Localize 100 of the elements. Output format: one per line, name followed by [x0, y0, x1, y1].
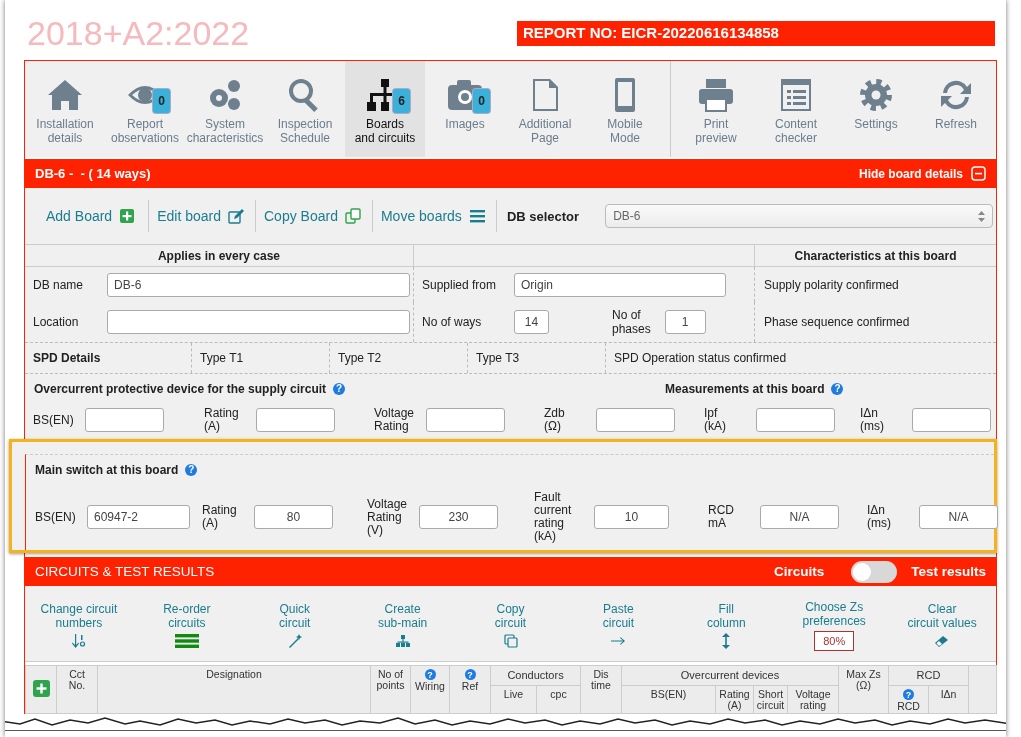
- additional-page-tab[interactable]: Additional Page: [505, 61, 585, 157]
- field-label: IΔn (ms): [867, 504, 892, 530]
- menu-icon: [174, 632, 199, 649]
- column-header: Short circuit: [756, 689, 785, 711]
- supplied-from-field[interactable]: Origin: [514, 272, 726, 297]
- report-observations-tab[interactable]: 0 Report observations: [105, 61, 185, 157]
- quick-circuit-button[interactable]: Quick circuit: [240, 589, 349, 661]
- sort-icon: [70, 632, 87, 649]
- help-icon[interactable]: ?: [831, 383, 844, 395]
- column-header: Live: [503, 689, 524, 700]
- value-field[interactable]: N/A: [760, 505, 839, 529]
- fill-column-button[interactable]: Fill column: [672, 589, 781, 661]
- field-label: DB name: [33, 277, 85, 292]
- characteristic-text: Phase sequence confirmed: [763, 315, 910, 329]
- section-heading: Characteristics at this board: [755, 245, 996, 267]
- edit-board-link[interactable]: Edit board: [157, 208, 251, 224]
- value-field[interactable]: 10: [594, 505, 669, 529]
- value-field[interactable]: N/A: [919, 505, 998, 529]
- plus-square-icon: [119, 208, 137, 224]
- help-icon[interactable]: ?: [333, 383, 346, 395]
- spd-title: SPD Details: [25, 343, 192, 373]
- copy-circuit-button[interactable]: Copy circuit: [456, 589, 565, 661]
- value-field[interactable]: 230: [419, 505, 498, 529]
- reorder-button[interactable]: Re-order circuits: [132, 589, 241, 661]
- db-name-field[interactable]: DB-6: [107, 272, 410, 297]
- field-label: No of phases: [612, 308, 651, 336]
- field-label: Ipf (kA): [704, 407, 727, 433]
- inspection-schedule-tab[interactable]: Inspection Schedule: [265, 61, 345, 157]
- edition-title: 2018+A2:2022: [27, 14, 250, 53]
- value-field[interactable]: [85, 408, 164, 432]
- column-group-header: RCD: [916, 669, 941, 681]
- phases-field[interactable]: 1: [664, 310, 706, 334]
- circuits-title: CIRCUITS & TEST RESULTS: [35, 564, 216, 579]
- settings-tab[interactable]: Settings: [836, 61, 916, 157]
- system-characteristics-tab[interactable]: System characteristics: [185, 61, 265, 157]
- help-icon[interactable]: ?: [185, 464, 198, 476]
- column-header: Designation: [206, 669, 262, 680]
- help-icon[interactable]: ?: [424, 669, 436, 680]
- field-label: Location: [33, 315, 80, 329]
- field-label: BS(EN): [35, 510, 77, 524]
- value-field[interactable]: 80: [254, 505, 333, 529]
- help-icon[interactable]: ?: [464, 669, 476, 680]
- count-badge: 0: [473, 89, 490, 113]
- collapse-icon: [971, 166, 986, 181]
- ways-field[interactable]: 14: [514, 310, 549, 334]
- field-label: Voltage Rating: [374, 407, 416, 433]
- column-header: Wiring: [415, 681, 445, 692]
- clear-values-button[interactable]: Clear circuit values: [888, 589, 996, 661]
- value-field[interactable]: [912, 408, 991, 432]
- print-preview-tab[interactable]: Print preview: [676, 61, 756, 157]
- column-header: No of points: [376, 669, 405, 691]
- move-boards-link[interactable]: Move boards: [380, 208, 492, 224]
- field-label: RCD mA: [708, 504, 735, 530]
- field-label: IΔn (ms): [860, 407, 885, 433]
- column-header: Rating (A): [719, 689, 750, 711]
- characteristic-text: Supply polarity confirmed: [763, 277, 899, 292]
- help-icon[interactable]: ?: [903, 689, 914, 700]
- value-field[interactable]: [756, 408, 835, 432]
- add-circuit-icon[interactable]: [32, 680, 50, 697]
- printer-icon: [697, 77, 735, 113]
- change-numbers-button[interactable]: Change circuit numbers: [25, 589, 133, 661]
- paste-circuit-button[interactable]: Paste circuit: [564, 589, 673, 661]
- add-board-link[interactable]: Add Board: [46, 208, 143, 224]
- column-header: BS(EN): [650, 689, 687, 700]
- column-group-header: Conductors: [507, 669, 564, 681]
- zs-preferences-button[interactable]: Choose Zs preferences 80%: [780, 589, 889, 661]
- section-heading: Overcurrent protective device for the supply circuit ?: [34, 379, 346, 399]
- value-field[interactable]: 60947-2: [87, 505, 190, 529]
- boards-circuits-tab[interactable]: 6 Boards and circuits: [345, 61, 425, 157]
- report-number: REPORT NO: EICR-20220616134858: [517, 21, 995, 46]
- value-field[interactable]: [596, 408, 675, 432]
- images-tab[interactable]: 0 Images: [425, 61, 505, 157]
- content-checker-tab[interactable]: Content checker: [756, 61, 836, 157]
- location-field[interactable]: [107, 310, 410, 334]
- percentage-badge: 80%: [814, 630, 855, 651]
- toggle-label: Test results: [911, 564, 986, 579]
- create-submain-button[interactable]: Create sub-main: [348, 589, 457, 661]
- value-field[interactable]: [426, 408, 505, 432]
- count-badge: 6: [393, 89, 410, 113]
- section-heading: Applies in every case: [25, 245, 414, 267]
- installation-details-tab[interactable]: Installation details: [25, 61, 105, 157]
- db-selector-dropdown[interactable]: DB-6: [605, 204, 994, 228]
- column-header: cpc: [550, 689, 567, 700]
- value-field[interactable]: [256, 408, 335, 432]
- copy-board-link[interactable]: Copy Board: [264, 208, 368, 224]
- field-label: Supplied from: [422, 277, 498, 292]
- column-header: Dis time: [591, 669, 611, 691]
- hide-board-details-button[interactable]: Hide board details: [858, 166, 986, 181]
- spd-type: Type T3: [468, 343, 606, 373]
- field-label: Rating (A): [202, 504, 238, 530]
- spd-status: SPD Operation status confirmed: [613, 350, 788, 367]
- refresh-tab[interactable]: Refresh: [916, 61, 996, 157]
- column-header: IΔn: [940, 689, 957, 700]
- mobile-mode-tab[interactable]: Mobile Mode: [585, 61, 665, 157]
- field-label: Fault current rating (kA): [534, 491, 573, 543]
- spd-type: Type T2: [330, 343, 468, 373]
- edit-icon: [228, 208, 245, 224]
- view-toggle[interactable]: [851, 560, 898, 583]
- field-label: No of ways: [422, 315, 483, 329]
- column-header: RCD: [897, 701, 920, 712]
